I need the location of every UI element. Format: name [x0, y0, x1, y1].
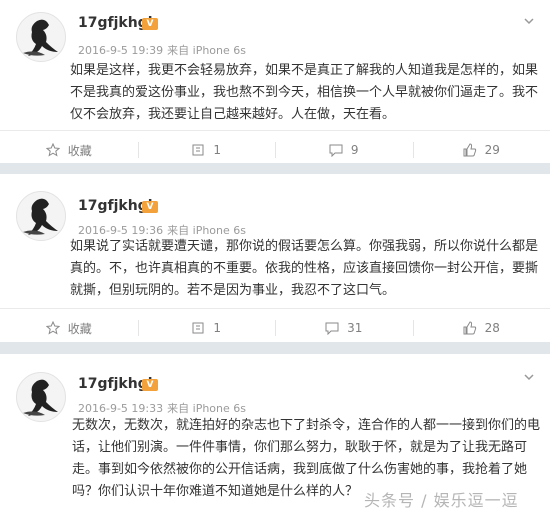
star-icon [45, 143, 60, 157]
like-count: 28 [484, 321, 500, 335]
avatar[interactable] [16, 372, 66, 422]
repost-icon [192, 322, 204, 334]
post-text: 如果是这样，我更不会轻易放弃，如果不是真正了解我的人知道我是怎样的，如果不是我真… [70, 63, 539, 122]
repost-count: 1 [213, 321, 222, 335]
divider [0, 342, 550, 354]
favorite-label: 收藏 [67, 321, 92, 336]
chevron-down-icon[interactable] [524, 372, 534, 382]
like-count: 29 [484, 143, 500, 157]
post-source: 来自 iPhone 6s [167, 44, 246, 57]
avatar-silhouette-icon [23, 379, 58, 416]
post-card: 17gfjkhgh V 2016-9-5 19:39 来自 iPhone 6s 如… [0, 0, 550, 163]
repost-icon [192, 144, 204, 156]
vip-badge-icon: V [142, 18, 158, 30]
vip-badge-icon: V [142, 379, 158, 391]
comment-icon [325, 322, 339, 335]
thumbs-up-icon [463, 321, 476, 335]
post-source: 来自 iPhone 6s [167, 402, 246, 415]
comment-icon [329, 144, 343, 157]
avatar[interactable] [16, 191, 66, 241]
post-time[interactable]: 2016-9-5 19:33 [78, 402, 163, 415]
watermark: 头条号 / 娱乐逗一逗 [364, 491, 519, 510]
post-meta: 2016-9-5 19:33 来自 iPhone 6s [78, 400, 246, 416]
repost-count: 1 [213, 143, 222, 157]
vip-badge-icon: V [142, 201, 158, 213]
comment-count: 9 [350, 143, 359, 157]
avatar-silhouette-icon [23, 19, 58, 57]
post-card: 17gfjkhgh V 2016-9-5 19:36 来自 iPhone 6s 如… [0, 174, 550, 342]
divider [0, 163, 550, 174]
star-icon [45, 321, 60, 335]
post-text: 如果说了实话就要遭天谴，那你说的假话要怎么算。你强我弱，所以你说什么都是真的。不… [70, 239, 539, 298]
post-time[interactable]: 2016-9-5 19:39 [78, 44, 163, 57]
avatar[interactable] [16, 12, 66, 62]
comment-count: 31 [347, 321, 363, 335]
thumbs-up-icon [463, 143, 476, 157]
weibo-feed: 17gfjkhgh V 2016-9-5 19:39 来自 iPhone 6s 如… [0, 0, 550, 513]
post-meta: 2016-9-5 19:39 来自 iPhone 6s [78, 42, 246, 58]
chevron-down-icon[interactable] [524, 16, 534, 26]
favorite-label: 收藏 [67, 143, 92, 158]
avatar-silhouette-icon [23, 198, 58, 235]
